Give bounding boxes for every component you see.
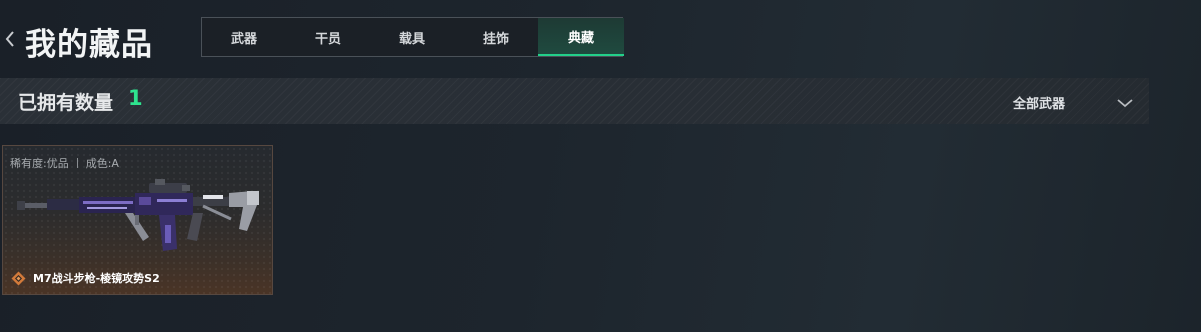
chevron-down-icon[interactable] <box>1116 94 1134 108</box>
condition-text: 成色:A <box>85 157 119 170</box>
item-name: M7战斗步枪-棱镜攻势S2 <box>33 272 160 285</box>
rarity-text: 稀有度:优品 <box>10 157 69 170</box>
chevron-left-icon[interactable] <box>3 28 17 50</box>
owned-count-label: 已拥有数量 <box>18 92 114 114</box>
owned-summary-bar: 已拥有数量 1 全部武器 <box>0 78 1149 124</box>
tab-operators[interactable]: 干员 <box>286 18 370 56</box>
tab-charms[interactable]: 挂饰 <box>454 18 538 56</box>
rifle-image <box>17 179 259 251</box>
meta-divider <box>76 158 78 168</box>
weapon-filter-dropdown[interactable]: 全部武器 <box>1013 93 1065 112</box>
owned-count-value: 1 <box>128 86 143 110</box>
page-title: 我的藏品 <box>25 27 153 63</box>
tab-vehicles[interactable]: 载具 <box>370 18 454 56</box>
rarity-diamond-icon <box>11 271 26 286</box>
tab-collection[interactable]: 典藏 <box>538 18 624 56</box>
category-tabs: 武器 干员 载具 挂饰 典藏 <box>201 17 624 57</box>
tab-weapons[interactable]: 武器 <box>202 18 286 56</box>
collection-item-card[interactable]: 稀有度:优品 成色:A M7战斗步枪-棱镜攻势S2 <box>2 145 273 295</box>
card-meta: 稀有度:优品 成色:A <box>10 155 119 171</box>
